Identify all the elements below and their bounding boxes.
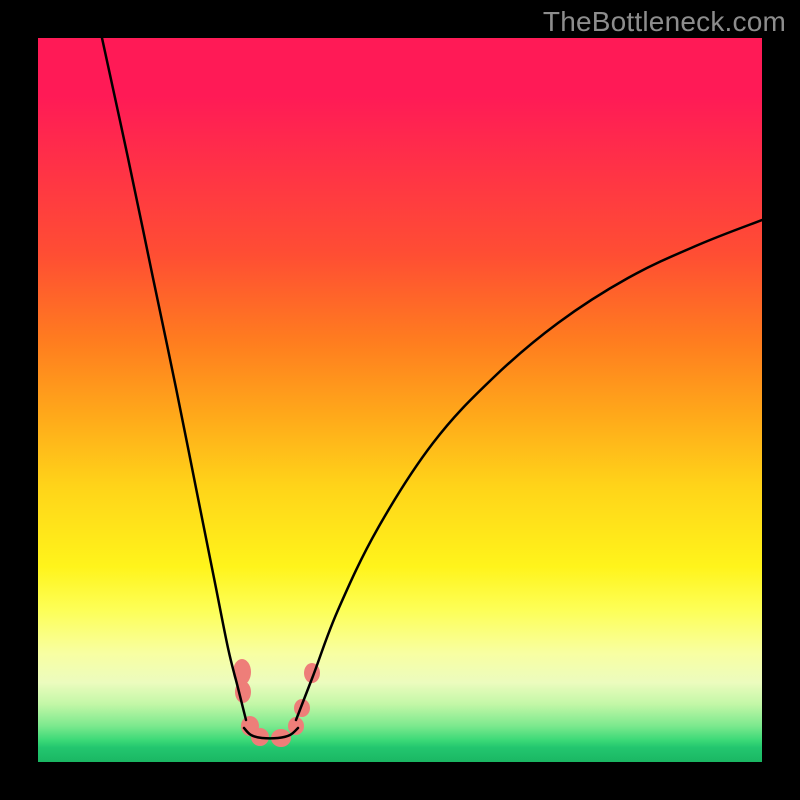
marker-group bbox=[233, 659, 320, 747]
curve-group bbox=[102, 38, 762, 738]
chart-frame: TheBottleneck.com bbox=[0, 0, 800, 800]
plot-area bbox=[38, 38, 762, 762]
watermark-text: TheBottleneck.com bbox=[543, 6, 786, 38]
curve-left-branch bbox=[102, 38, 246, 720]
curve-layer bbox=[38, 38, 762, 762]
curve-right-branch bbox=[296, 220, 762, 720]
